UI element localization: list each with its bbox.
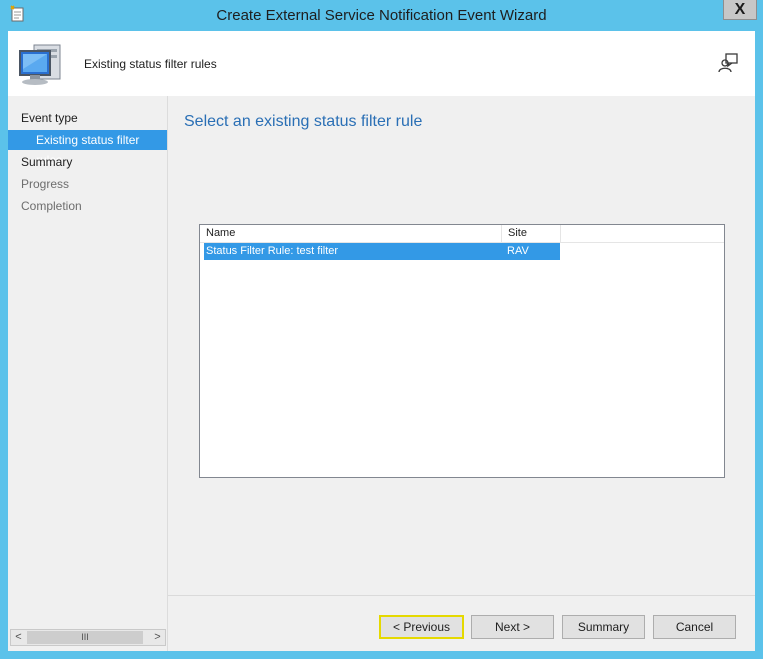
nav-horizontal-scrollbar[interactable]: < III > bbox=[10, 629, 166, 646]
step-existing-status-filter-rules[interactable]: Existing status filter rules bbox=[8, 130, 167, 167]
rule-site-cell: RAV bbox=[507, 245, 529, 257]
computer-icon bbox=[19, 44, 61, 85]
step-event-type[interactable]: Event type bbox=[21, 108, 78, 128]
next-button-label: Next > bbox=[494, 620, 530, 634]
rule-name-cell: Status Filter Rule: test filter bbox=[206, 245, 339, 257]
close-icon: X bbox=[734, 0, 746, 18]
wizard-header: Existing status filter rules bbox=[8, 31, 755, 96]
summary-button[interactable]: Summary bbox=[562, 615, 645, 639]
page-heading: Select an existing status filter rule bbox=[184, 113, 423, 130]
title-bar[interactable]: Create External Service Notification Eve… bbox=[0, 0, 763, 31]
cancel-button-label: Cancel bbox=[675, 620, 714, 634]
scroll-left-icon[interactable]: < bbox=[11, 630, 26, 645]
help-user-icon[interactable] bbox=[718, 53, 738, 73]
previous-button-label: < Previous bbox=[392, 620, 451, 634]
cancel-button[interactable]: Cancel bbox=[653, 615, 736, 639]
column-header-site[interactable]: Site bbox=[502, 225, 561, 242]
window-title: Create External Service Notification Eve… bbox=[216, 7, 547, 24]
current-page-label: Existing status filter rules bbox=[84, 57, 217, 71]
step-completion: Completion bbox=[21, 199, 82, 213]
step-summary[interactable]: Summary bbox=[21, 152, 72, 172]
scroll-right-icon[interactable]: > bbox=[150, 630, 165, 645]
scroll-thumb[interactable]: III bbox=[27, 631, 143, 644]
wizard-step-nav: Event type Existing status filter rules … bbox=[8, 96, 168, 651]
next-button[interactable]: Next > bbox=[471, 615, 554, 639]
close-button[interactable]: X bbox=[723, 0, 757, 20]
wizard-main-panel: Select an existing status filter rule Na… bbox=[168, 96, 755, 651]
summary-button-label: Summary bbox=[577, 620, 630, 634]
column-header-name[interactable]: Name bbox=[200, 225, 502, 242]
wizard-window: Create External Service Notification Eve… bbox=[0, 0, 763, 659]
step-progress: Progress bbox=[21, 177, 70, 191]
list-header: Name Site bbox=[200, 225, 724, 243]
status-filter-rules-list[interactable]: Name Site Status Filter Rule: test filte… bbox=[199, 224, 725, 478]
list-row-selected[interactable]: Status Filter Rule: test filter RAV bbox=[204, 243, 560, 260]
wizard-client-area: Existing status filter rules Event type … bbox=[8, 31, 755, 651]
previous-button[interactable]: < Previous bbox=[379, 615, 464, 639]
footer-divider bbox=[168, 595, 755, 596]
